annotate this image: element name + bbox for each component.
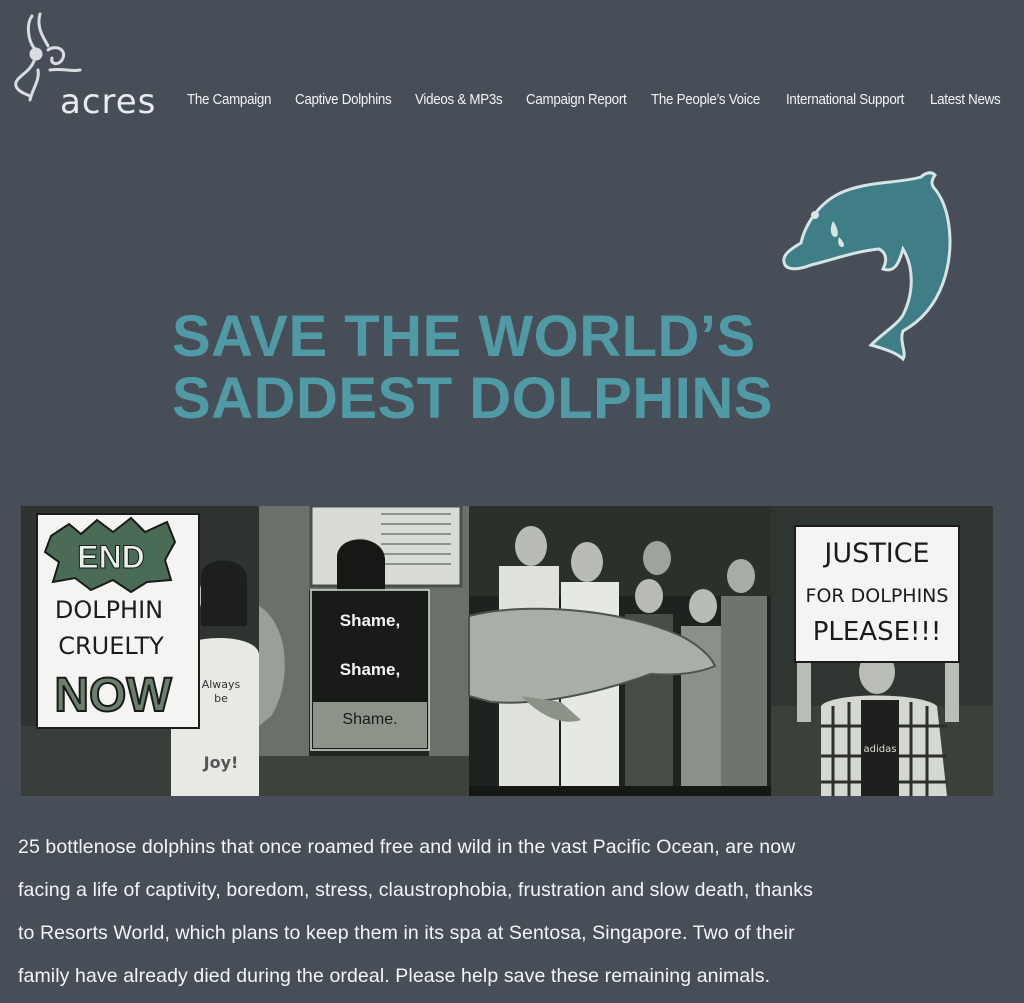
nav-item-international-support[interactable]: International Support — [786, 92, 904, 108]
main-nav: The Campaign Captive Dolphins Videos & M… — [187, 92, 1007, 108]
sign-word-justice: JUSTICE — [822, 538, 929, 569]
nav-item-videos-mp3s[interactable]: Videos & MP3s — [415, 92, 503, 108]
sign-word-end: END — [77, 539, 145, 575]
nav-item-peoples-voice[interactable]: The People’s Voice — [651, 92, 760, 108]
nav-item-campaign-report[interactable]: Campaign Report — [526, 92, 627, 108]
photo-boy-justice-sign: adidas JUSTICE FOR DOLPHINS PLEASE!!! — [771, 506, 993, 796]
description-line-1: 25 bottlenose dolphins that once roamed … — [18, 836, 796, 858]
hero-title-line-1: SAVE THE WORLD’S — [172, 304, 756, 369]
sign-word-dolphin: DOLPHIN — [55, 596, 163, 624]
shirt-text-always: Always — [202, 678, 241, 691]
campaign-description: 25 bottlenose dolphins that once roamed … — [18, 826, 1008, 998]
shirt-brand-adidas: adidas — [864, 744, 897, 755]
site-header: acres The Campaign Captive Dolphins Vide… — [0, 0, 1024, 130]
sign-word-cruelty: CRUELTY — [58, 632, 164, 660]
sign-shame-2: Shame, — [340, 660, 400, 679]
shirt-text-be: be — [214, 692, 228, 705]
sign-shame-1: Shame, — [340, 611, 400, 630]
description-line-3: to Resorts World, which plans to keep th… — [18, 922, 795, 944]
sign-word-now: NOW — [54, 669, 172, 722]
campaign-photo-strip: END DOLPHIN CRUELTY NOW Always be Joy! S… — [21, 506, 993, 796]
photo-children-with-inflatable-dolphin — [468, 506, 771, 796]
photo-girl-shame-sign: Shame, Shame, Shame. — [259, 506, 469, 796]
nav-item-captive-dolphins[interactable]: Captive Dolphins — [295, 92, 392, 108]
sign-shame-3: Shame. — [342, 711, 397, 728]
logo-text: acres — [60, 82, 157, 122]
description-line-2: facing a life of captivity, boredom, str… — [18, 879, 813, 901]
hero-title-line-2: SADDEST DOLPHINS — [172, 366, 773, 431]
description-line-4: family have already died during the orde… — [18, 965, 771, 987]
shirt-text-joy: Joy! — [203, 753, 239, 772]
hero-title: SAVE THE WORLD’S SADDEST DOLPHINS — [172, 306, 892, 430]
sign-words-for-dolphins: FOR DOLPHINS — [806, 585, 949, 607]
nav-item-the-campaign[interactable]: The Campaign — [187, 92, 271, 108]
nav-item-latest-news[interactable]: Latest News — [930, 92, 1001, 108]
acres-logo[interactable]: acres — [10, 10, 170, 122]
photo-girl-end-cruelty-sign: END DOLPHIN CRUELTY NOW Always be Joy! — [21, 506, 260, 796]
sign-word-please: PLEASE!!! — [813, 617, 942, 647]
